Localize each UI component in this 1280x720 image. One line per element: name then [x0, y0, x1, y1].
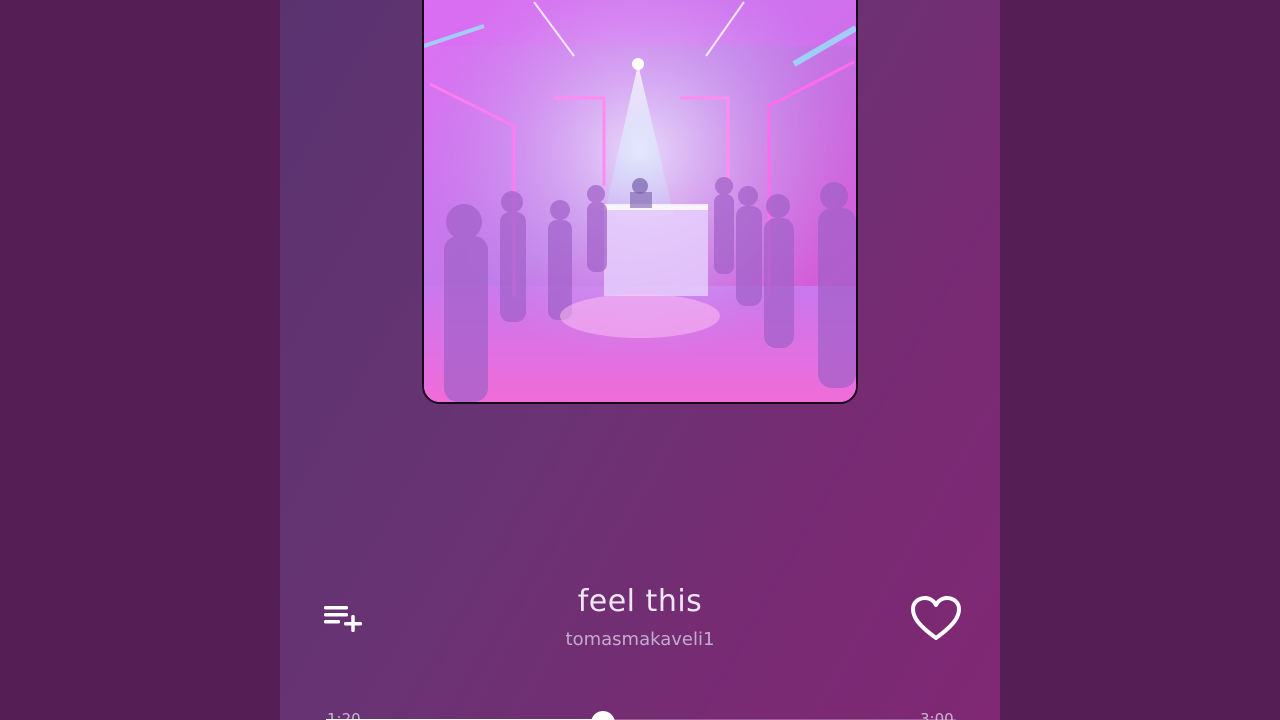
album-artwork: [422, 0, 858, 404]
heart-outline-icon: [911, 596, 961, 640]
song-title: feel this: [577, 584, 703, 619]
video-frame: feel this tomasmakaveli1 1:20 3:00: [0, 0, 1280, 720]
like-button[interactable]: [908, 594, 964, 644]
artist-name[interactable]: tomasmakaveli1: [280, 629, 1000, 650]
artwork-image: [424, 0, 856, 402]
letterbox-left: [0, 0, 280, 720]
letterbox-right: [1000, 0, 1280, 720]
